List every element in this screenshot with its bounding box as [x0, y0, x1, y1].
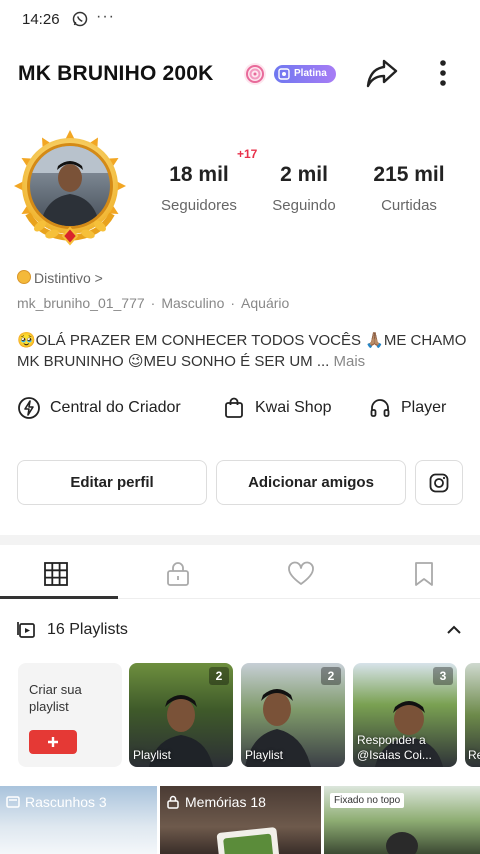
profile-name: MK BRUNIHO 200K	[18, 62, 214, 85]
playlist-count-badge: 3	[433, 667, 453, 685]
status-bar: 14:26 ···	[0, 0, 480, 40]
status-time: 14:26	[22, 11, 60, 28]
platina-label: Platina	[294, 68, 327, 79]
add-friends-button[interactable]: Adicionar amigos	[216, 460, 406, 505]
badge-icon	[278, 68, 290, 80]
creator-center-label: Central do Criador	[50, 399, 181, 416]
add-playlist-icon	[29, 730, 77, 754]
followers-new-badge: +17	[237, 147, 258, 161]
playlist-icon	[17, 622, 35, 638]
following-label: Seguindo	[272, 197, 336, 214]
bookmark-icon	[415, 562, 433, 586]
likes-label: Curtidas	[381, 197, 437, 214]
active-tab-indicator	[0, 596, 118, 599]
drafts-icon	[6, 796, 20, 808]
playlist-card[interactable]: 3 Responder a @Isaias Coi...	[353, 663, 457, 767]
playlist-caption: Re	[468, 748, 480, 762]
profile-bio: 🥹OLÁ PRAZER EM CONHECER TODOS VOCÊS 🙏🏽ME…	[17, 330, 467, 372]
drafts-text: Rascunhos 3	[25, 794, 107, 810]
tab-private[interactable]	[148, 556, 208, 592]
tab-videos[interactable]	[26, 556, 86, 592]
coin-icon	[17, 270, 31, 284]
edit-profile-button[interactable]: Editar perfil	[17, 460, 207, 505]
drafts-card[interactable]: Rascunhos 3	[0, 786, 157, 854]
section-divider	[0, 535, 480, 545]
playlists-count: 16 Playlists	[47, 621, 128, 638]
stat-followers[interactable]: 18 mil Seguidores	[148, 163, 250, 214]
playlists-header[interactable]: 16 Playlists	[17, 620, 128, 640]
playlist-card[interactable]: Re	[465, 663, 480, 767]
player-link[interactable]: Player	[368, 393, 446, 423]
grid-icon	[44, 562, 68, 586]
memories-thumbnail	[216, 827, 280, 854]
followers-count: 18 mil	[169, 163, 229, 186]
tab-liked[interactable]	[271, 556, 331, 592]
distintivo-label: Distintivo >	[34, 270, 103, 286]
playlist-caption: Playlist	[133, 748, 172, 762]
playlist-count-badge: 2	[321, 667, 341, 685]
following-count: 2 mil	[280, 163, 328, 186]
platina-badge[interactable]: Platina	[274, 65, 336, 83]
memories-card[interactable]: Memórias 18	[160, 786, 321, 854]
lollipop-badge-icon[interactable]	[242, 61, 268, 87]
shopping-bag-icon	[225, 397, 243, 418]
avatar[interactable]	[10, 128, 130, 248]
playlist-caption: Responder a @Isaias Coi...	[357, 733, 432, 762]
pinned-card[interactable]: Fixado no topo	[324, 786, 480, 854]
kwai-shop-link[interactable]: Kwai Shop	[222, 393, 332, 423]
instagram-button[interactable]	[415, 460, 463, 505]
more-options-icon[interactable]	[430, 58, 456, 88]
creator-center-link[interactable]: Central do Criador	[17, 393, 181, 423]
lightning-icon	[18, 397, 40, 419]
followers-label: Seguidores	[161, 197, 237, 214]
likes-count: 215 mil	[373, 163, 445, 186]
instagram-icon	[429, 473, 449, 492]
stat-likes[interactable]: 215 mil Curtidas	[360, 163, 458, 214]
gender: Masculino	[161, 295, 225, 311]
lock-icon	[167, 562, 189, 586]
playlist-count-badge: 2	[209, 667, 229, 685]
username: mk_bruniho_01_777	[17, 295, 145, 311]
bio-text: 🥹OLÁ PRAZER EM CONHECER TODOS VOCÊS 🙏🏽ME…	[17, 332, 467, 370]
drafts-label: Rascunhos 3	[6, 794, 107, 810]
create-playlist-label: Criar sua playlist	[29, 682, 82, 714]
kwai-shop-label: Kwai Shop	[255, 399, 332, 416]
whatsapp-icon	[72, 11, 88, 27]
chevron-up-icon[interactable]	[444, 620, 464, 640]
profile-meta: mk_bruniho_01_777 · Masculino · Aquário	[17, 295, 290, 311]
pinned-badge: Fixado no topo	[330, 793, 405, 808]
share-icon[interactable]	[364, 56, 400, 90]
bio-more-link[interactable]: Mais	[334, 353, 366, 370]
tab-saved[interactable]	[394, 556, 454, 592]
playlist-card[interactable]: 2 Playlist	[241, 663, 345, 767]
playlist-card[interactable]: 2 Playlist	[129, 663, 233, 767]
status-more-icon: ···	[96, 8, 115, 25]
heart-icon	[288, 561, 314, 585]
player-label: Player	[401, 399, 447, 416]
headphones-icon	[370, 399, 390, 417]
create-playlist-card[interactable]: Criar sua playlist	[18, 663, 122, 767]
stat-following[interactable]: 2 mil Seguindo	[258, 163, 350, 214]
playlist-caption: Playlist	[245, 748, 284, 762]
zodiac-sign: Aquário	[241, 295, 290, 311]
distintivo-link[interactable]: Distintivo >	[17, 270, 103, 286]
